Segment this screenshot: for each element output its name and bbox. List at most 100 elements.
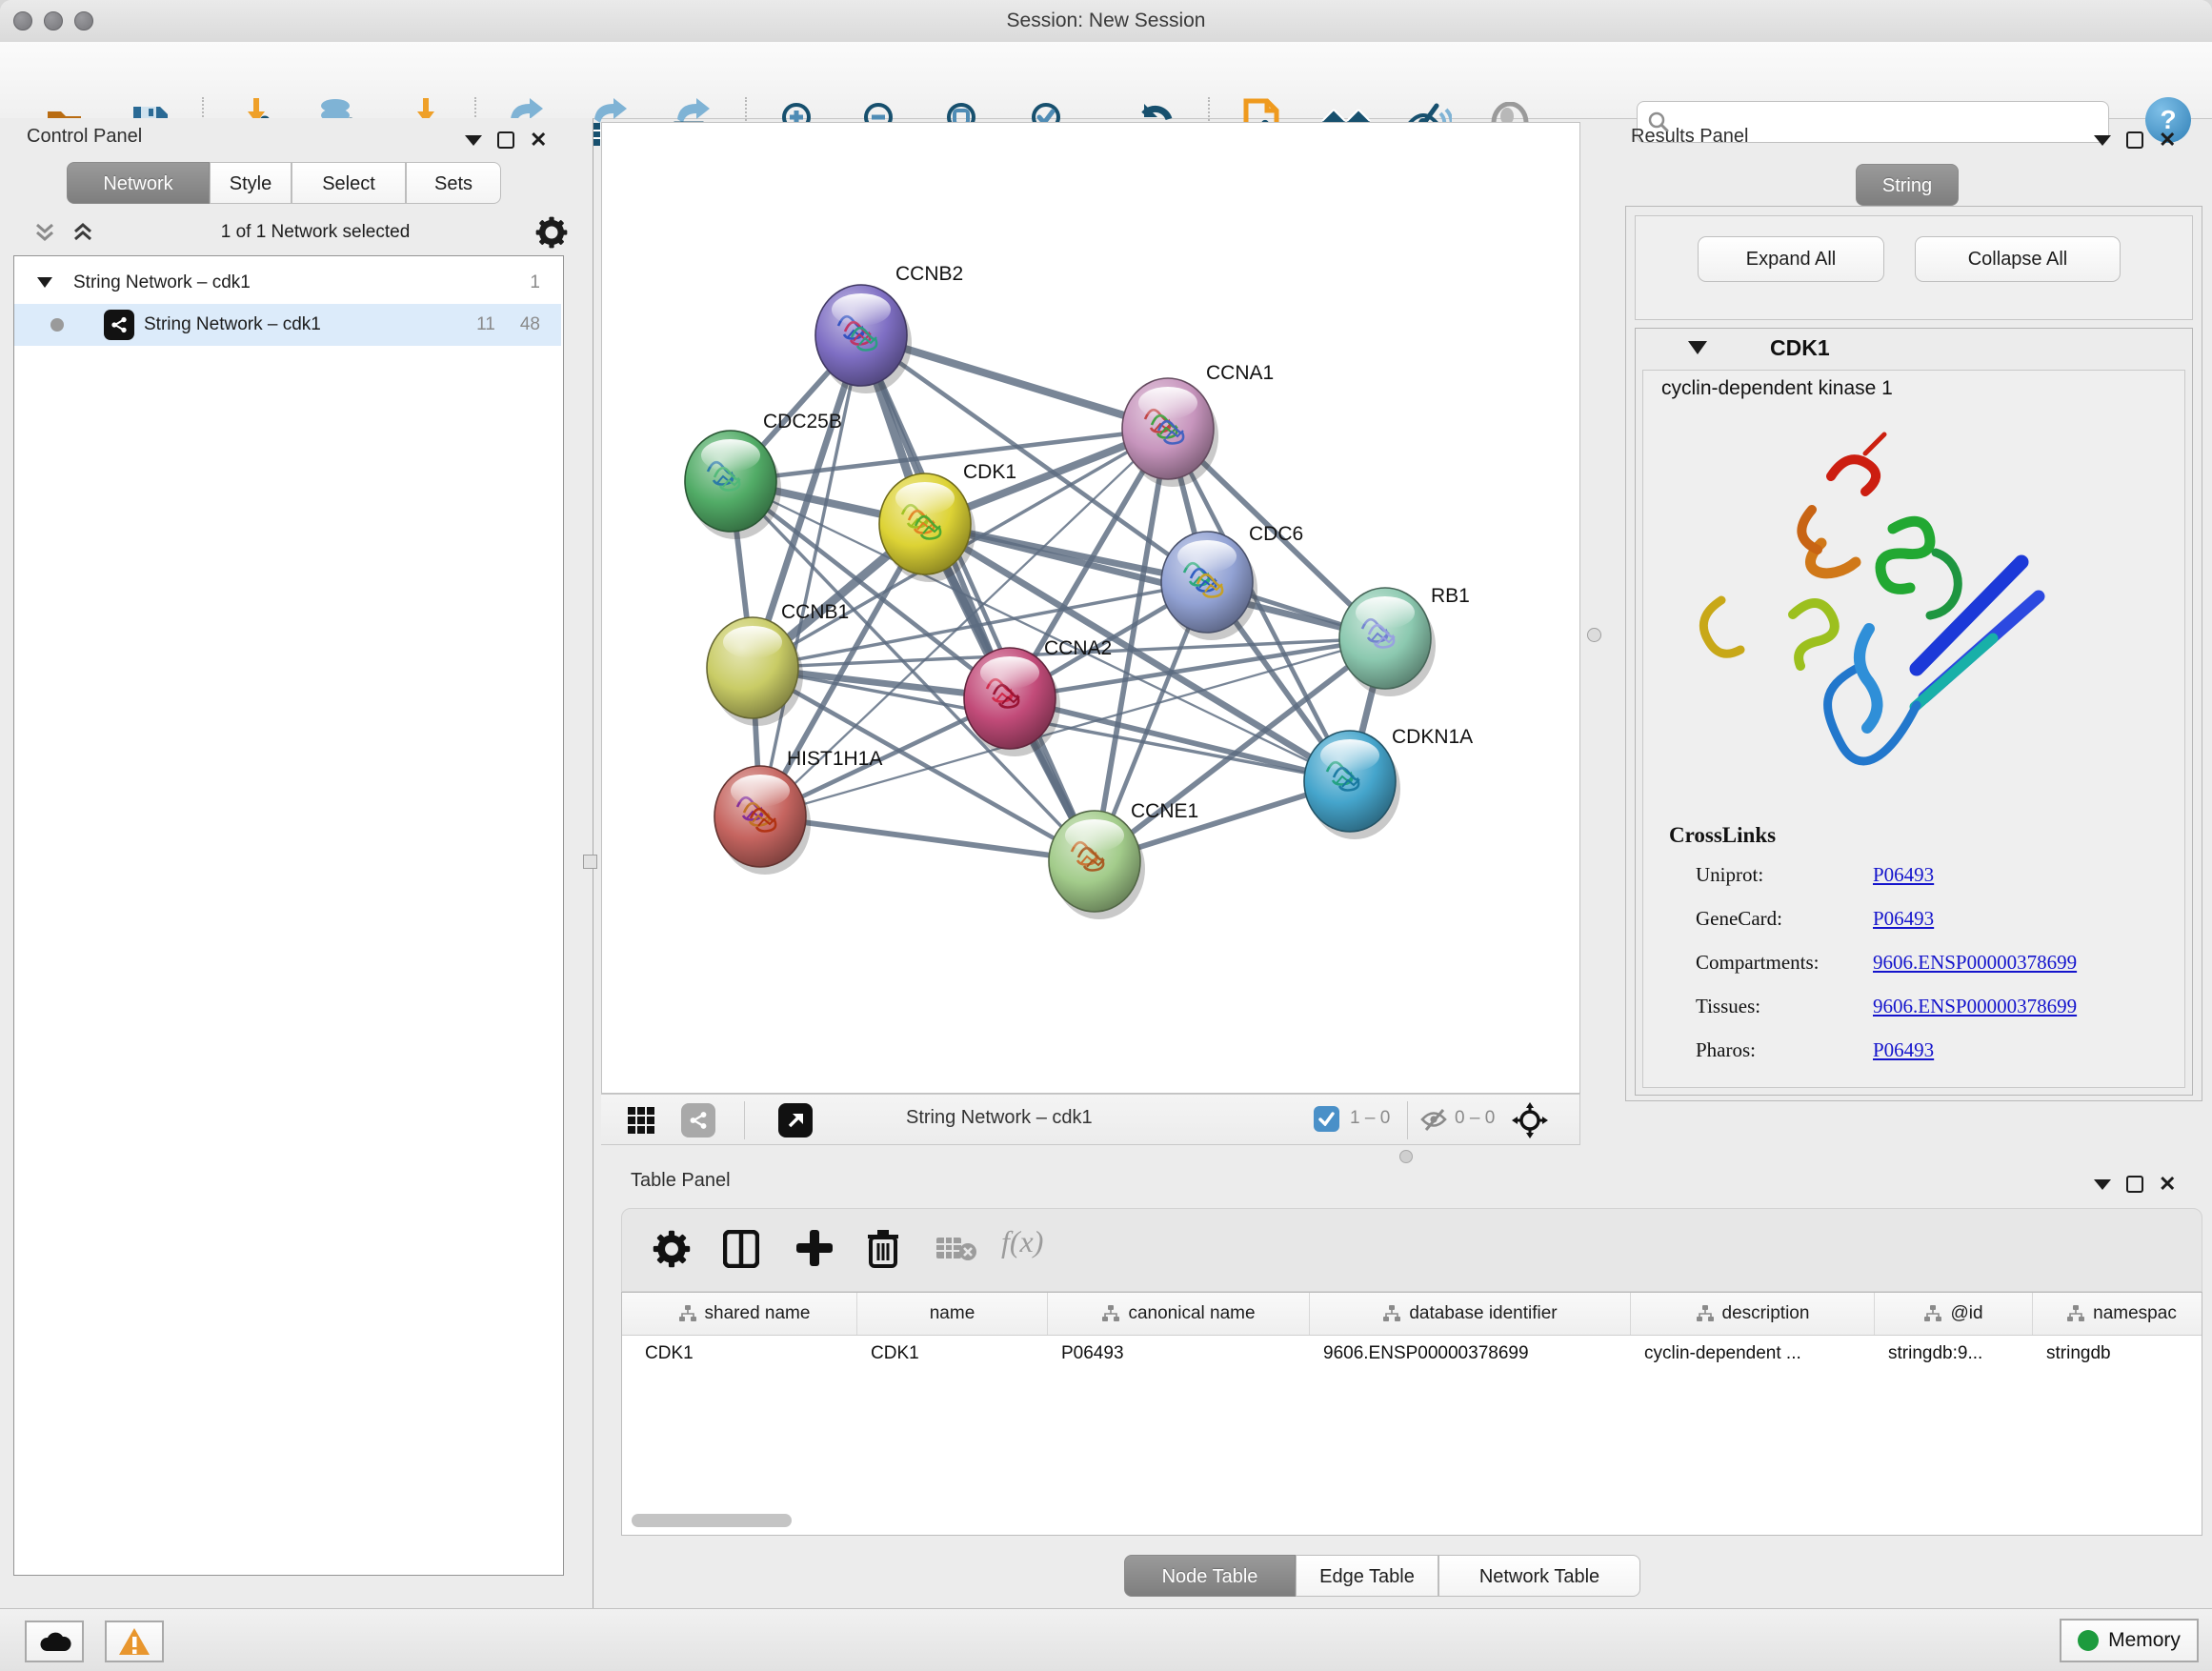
table-cell[interactable]: CDK1 [857,1335,1048,1373]
application-window: Session: New Session [0,0,2212,1671]
control-panel-float-icon[interactable] [465,135,482,146]
tab-string[interactable]: String [1856,164,1959,206]
column-header-label: namespac [2093,1303,2177,1324]
memory-status-icon [2078,1630,2099,1651]
selected-checkbox-icon[interactable] [1314,1106,1339,1132]
column-header-label: name [930,1303,975,1324]
node-CCNB2[interactable]: CCNB2 [815,263,963,393]
table-cell[interactable]: stringdb:9... [1875,1335,2033,1373]
crosslink-value-link[interactable]: P06493 [1873,907,1934,931]
crosslink-value-link[interactable]: P06493 [1873,863,1934,887]
column-header-database-identifier[interactable]: database identifier [1310,1293,1631,1335]
crosslink-value-link[interactable]: P06493 [1873,1038,1934,1062]
table-panel-close-icon[interactable]: ✕ [2159,1176,2176,1193]
table-gear-icon[interactable] [653,1230,691,1268]
results-panel-close-icon[interactable]: ✕ [2159,131,2176,149]
window-close-button[interactable] [13,11,32,30]
node-label-CDK1: CDK1 [963,461,1016,483]
gear-icon[interactable] [535,216,568,249]
column-header--id[interactable]: @id [1875,1293,2033,1335]
protein-structure-image [1679,419,2060,791]
network-collection-row[interactable]: String Network – cdk1 1 [14,262,561,304]
show-columns-icon[interactable] [723,1230,759,1268]
column-header-description[interactable]: description [1631,1293,1875,1335]
column-header-namespac[interactable]: namespac [2033,1293,2202,1335]
status-bar: Memory [0,1608,2212,1671]
edge-CCNB2-CCNE1[interactable] [861,335,1095,861]
collapse-all-button[interactable]: Collapse All [1915,236,2121,282]
column-header-label: canonical name [1128,1303,1255,1324]
node-label-CCNB1: CCNB1 [781,601,849,623]
memory-button[interactable]: Memory [2060,1619,2199,1662]
node-RB1[interactable]: RB1 [1339,585,1470,696]
table-cell[interactable]: stringdb [2033,1335,2202,1373]
tab-style[interactable]: Style [210,162,292,204]
edge-CCNB2-HIST1H1A[interactable] [760,335,861,816]
table-cell[interactable]: cyclin-dependent ... [1631,1335,1875,1373]
column-type-icon [1382,1304,1401,1323]
splitter-handle[interactable] [1399,1150,1413,1163]
network-overview-toggle[interactable] [681,1103,715,1137]
fit-move-crosshair-icon[interactable] [1512,1102,1548,1138]
tab-node-table[interactable]: Node Table [1124,1555,1296,1597]
divider [744,1101,745,1139]
tab-network[interactable]: Network [67,162,210,204]
tree-expander-icon[interactable] [37,277,52,289]
crosslink-label: GeneCard: [1696,907,1782,930]
splitter-handle[interactable] [583,855,597,869]
column-header-label: shared name [705,1303,811,1324]
column-type-icon [678,1304,697,1323]
delete-column-icon[interactable] [866,1228,900,1268]
network-selection-status: 1 of 1 Network selected [95,222,535,243]
selected-node-edge-counts: 1 – 0 [1350,1108,1390,1129]
node-CDKN1A[interactable]: CDKN1A [1304,726,1473,839]
gene-section-expander-icon[interactable] [1688,341,1707,355]
column-header-shared-name[interactable]: shared name [632,1293,857,1335]
node-CDC6[interactable]: CDC6 [1161,523,1303,640]
crosslink-label: Pharos: [1696,1038,1756,1061]
window-minimize-button[interactable] [44,11,63,30]
results-panel-maximize-icon[interactable] [2126,131,2143,149]
open-in-new-window-button[interactable] [778,1103,813,1137]
network-view[interactable]: CCNB2CCNA1CDC25BCDK1CDC6RB1CCNB1CCNA2CDK… [601,122,1580,1094]
control-panel-close-icon[interactable]: ✕ [530,131,547,149]
table-panel-maximize-icon[interactable] [2126,1176,2143,1193]
tab-sets[interactable]: Sets [406,162,501,204]
warning-button[interactable] [105,1621,164,1662]
table-header: shared name name canonical name database id… [622,1293,2202,1336]
splitter-handle[interactable] [1587,628,1601,642]
network-collection-label: String Network – cdk1 [73,272,251,293]
table-cell[interactable]: 9606.ENSP00000378699 [1310,1335,1631,1373]
add-column-icon[interactable] [795,1228,834,1268]
tab-edge-table[interactable]: Edge Table [1296,1555,1438,1597]
network-row[interactable]: String Network – cdk1 11 48 [14,304,561,346]
arrow-up-right-icon [786,1111,805,1130]
birds-eye-view-icon[interactable] [626,1105,656,1136]
network-edge-count: 48 [520,314,540,335]
expand-all-icon[interactable] [70,221,95,244]
results-panel-float-icon[interactable] [2094,135,2111,146]
column-header-name[interactable]: name [857,1293,1048,1335]
horizontal-scrollbar[interactable] [632,1514,792,1527]
table-tabs: Node TableEdge TableNetwork Table [1124,1555,1640,1597]
collapse-all-icon[interactable] [32,221,57,244]
expand-all-button[interactable]: Expand All [1698,236,1884,282]
crosslink-row: Compartments:9606.ENSP00000378699 [1696,951,2191,989]
crosslink-value-link[interactable]: 9606.ENSP00000378699 [1873,995,2077,1018]
tab-select[interactable]: Select [292,162,406,204]
node-CCNE1[interactable]: CCNE1 [1049,800,1198,919]
node-CCNA1[interactable]: CCNA1 [1122,362,1274,487]
node-HIST1H1A[interactable]: HIST1H1A [714,748,882,875]
cloud-button[interactable] [25,1621,84,1662]
node-label-CCNE1: CCNE1 [1131,800,1198,822]
crosslink-value-link[interactable]: 9606.ENSP00000378699 [1873,951,2077,975]
control-panel-maximize-icon[interactable] [497,131,514,149]
table-cell[interactable]: CDK1 [632,1335,857,1373]
window-zoom-button[interactable] [74,11,93,30]
network-row-label: String Network – cdk1 [144,314,321,335]
table-cell[interactable]: P06493 [1048,1335,1310,1373]
table-panel-float-icon[interactable] [2094,1179,2111,1190]
share-icon [688,1110,709,1131]
tab-network-table[interactable]: Network Table [1438,1555,1640,1597]
column-header-canonical-name[interactable]: canonical name [1048,1293,1310,1335]
